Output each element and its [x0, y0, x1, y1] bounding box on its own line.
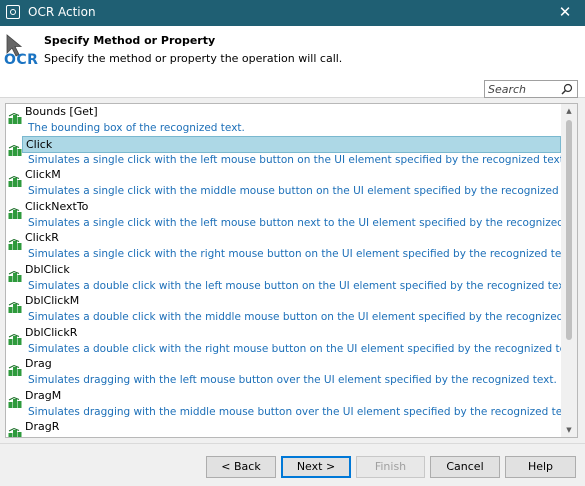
method-item[interactable]: Click Simulates a single click with the l… — [6, 135, 567, 168]
next-button[interactable]: Next > — [281, 456, 351, 478]
method-description: Simulates dragging with the middle mouse… — [28, 405, 576, 418]
method-name: DblClickR — [25, 325, 78, 339]
method-icon — [8, 270, 22, 282]
method-name: ClickR — [25, 231, 59, 244]
method-icon — [8, 302, 22, 313]
ocr-logo: OCR — [4, 52, 39, 68]
method-item[interactable]: DblClickR Simulates a double click with t… — [6, 325, 577, 357]
app-icon — [6, 5, 20, 19]
help-button[interactable]: Help — [505, 456, 576, 478]
method-name: DblClick — [25, 262, 70, 276]
method-description: Simulates a single click with the right … — [28, 248, 575, 260]
method-name: ClickM — [25, 168, 61, 181]
method-item[interactable]: ClickM Simulates a single click with the … — [6, 167, 577, 199]
vertical-scrollbar[interactable]: ▲ ▼ — [561, 104, 577, 437]
method-description: Simulates a single click with the middle… — [28, 185, 578, 197]
method-name: DragM — [25, 388, 62, 402]
method-description: The bounding box of the recognized text. — [28, 122, 245, 134]
method-icon — [8, 144, 22, 156]
method-icon — [8, 113, 22, 124]
method-icon — [8, 239, 22, 250]
method-description: Simulates a double click with the middle… — [28, 311, 578, 323]
method-name: DragR — [25, 420, 60, 433]
search-input[interactable] — [485, 81, 565, 97]
page-subtitle: Specify the method or property the opera… — [44, 52, 343, 65]
close-icon[interactable]: ✕ — [545, 0, 585, 26]
method-item[interactable]: DragR — [6, 419, 562, 437]
search-icon[interactable] — [561, 83, 573, 95]
method-icon — [8, 207, 22, 219]
footer-divider — [0, 443, 585, 444]
method-icon — [8, 365, 22, 376]
method-name: Bounds [Get] — [25, 105, 98, 118]
finish-button: Finish — [356, 456, 425, 478]
method-item[interactable]: ClickR Simulates a single click with the … — [6, 230, 575, 262]
method-icon — [8, 176, 22, 187]
window-title: OCR Action — [28, 5, 96, 19]
scroll-down-icon[interactable]: ▼ — [561, 423, 577, 437]
method-description: Simulates a single click with the left m… — [28, 216, 578, 229]
method-item[interactable]: DragM Simulates dragging with the middle … — [6, 388, 576, 420]
method-item[interactable]: DblClick Simulates a double click with th… — [6, 262, 572, 294]
page-title: Specify Method or Property — [44, 34, 216, 47]
method-description: Simulates dragging with the left mouse b… — [28, 374, 557, 386]
method-list[interactable]: Bounds [Get] The bounding box of the reco… — [5, 103, 578, 438]
search-box[interactable] — [484, 80, 578, 98]
scroll-thumb[interactable] — [566, 120, 572, 340]
method-item[interactable]: ClickNextTo Simulates a single click with… — [6, 199, 577, 231]
back-button[interactable]: < Back — [206, 456, 276, 478]
method-name: DblClickM — [25, 294, 80, 307]
method-item[interactable]: Bounds [Get] The bounding box of the reco… — [6, 104, 562, 136]
method-description: Simulates a single click with the left m… — [28, 153, 568, 166]
method-item[interactable]: DblClickM Simulates a double click with t… — [6, 293, 577, 325]
method-icon — [8, 428, 22, 437]
method-item[interactable]: Drag Simulates dragging with the left mou… — [6, 356, 562, 388]
method-name: Drag — [25, 357, 52, 370]
cancel-button[interactable]: Cancel — [430, 456, 500, 478]
method-name: Click — [22, 135, 561, 153]
method-description: Simulates a double click with the right … — [28, 342, 578, 355]
method-icon — [8, 333, 22, 345]
method-description: Simulates a double click with the left m… — [28, 279, 572, 292]
title-bar: OCR Action ✕ — [0, 0, 585, 26]
method-icon — [8, 396, 22, 408]
scroll-up-icon[interactable]: ▲ — [561, 104, 577, 118]
method-name: ClickNextTo — [25, 199, 89, 213]
